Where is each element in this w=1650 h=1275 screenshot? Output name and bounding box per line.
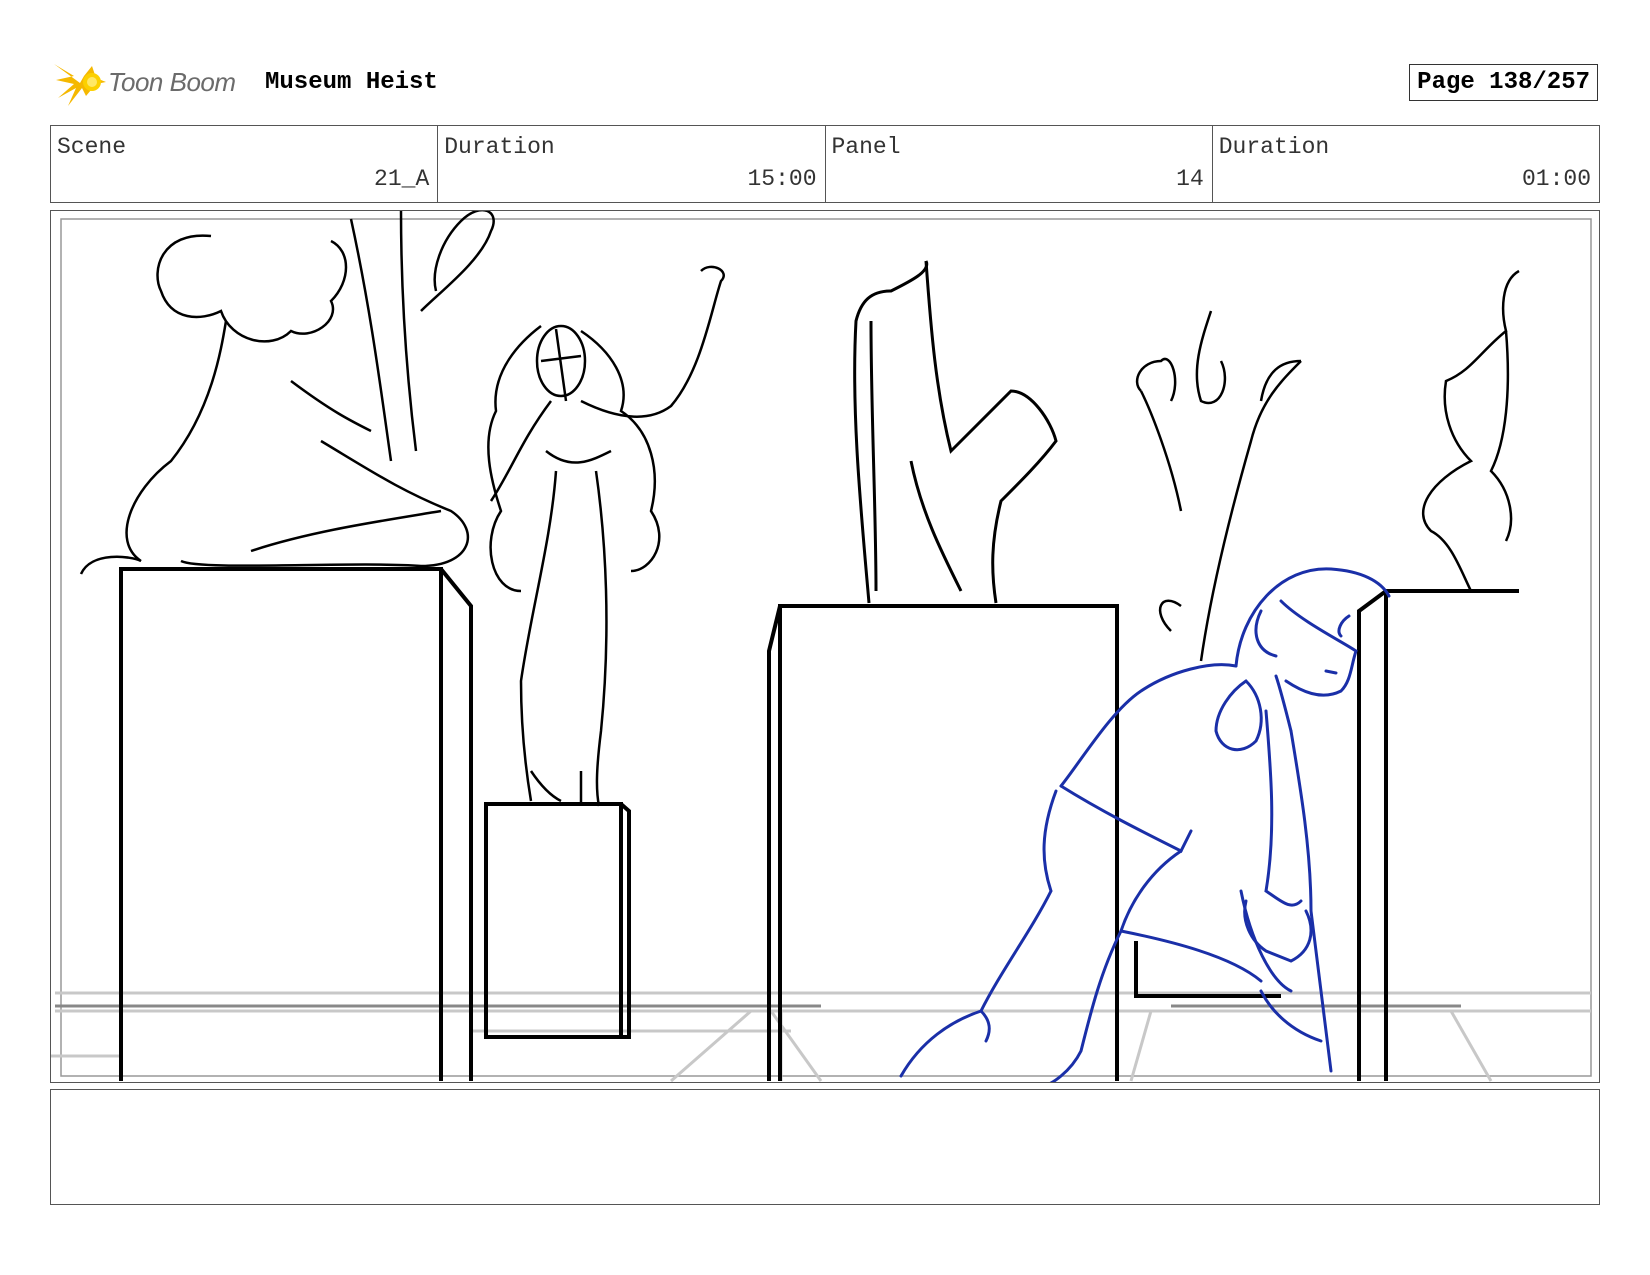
starburst-logo-icon — [54, 64, 106, 106]
statue-right — [1421, 269, 1520, 592]
safe-frame — [60, 218, 1592, 1077]
panel-sketch — [51, 211, 1592, 1082]
panel-notes-area — [50, 1089, 1600, 1205]
panel-duration-label: Duration — [1218, 134, 1330, 160]
statue-reclining — [79, 211, 495, 575]
statue-branches — [1135, 310, 1302, 662]
toon-boom-logo: Toon Boom — [52, 58, 252, 108]
scene-label: Scene — [57, 134, 127, 160]
statue-abstract — [853, 260, 1058, 604]
page-header: Toon Boom Museum Heist — [52, 58, 1602, 108]
panel-value: 14 — [1176, 166, 1204, 192]
pedestal-left — [119, 567, 473, 1081]
pedestal-small — [484, 802, 631, 1039]
statue-woman — [487, 265, 725, 807]
storyboard-panel — [50, 210, 1600, 1083]
panel-label: Panel — [831, 134, 901, 160]
scene-value: 21_A — [374, 166, 430, 192]
panel-cell: Panel 14 — [826, 126, 1213, 202]
scene-duration-label: Duration — [444, 134, 555, 160]
panel-duration-value: 01:00 — [1521, 166, 1591, 192]
page-number: Page 138/257 — [1409, 64, 1598, 101]
panel-duration-cell: Duration 01:00 — [1213, 126, 1599, 202]
project-title: Museum Heist — [265, 69, 438, 96]
scene-cell: Scene 21_A — [51, 126, 439, 202]
logo-text: Toon Boom — [108, 67, 236, 97]
scene-duration-cell: Duration 15:00 — [438, 126, 826, 202]
panel-info-bar: Scene 21_A Duration 15:00 Panel 14 Durat… — [50, 125, 1600, 203]
scene-duration-value: 15:00 — [747, 166, 817, 192]
